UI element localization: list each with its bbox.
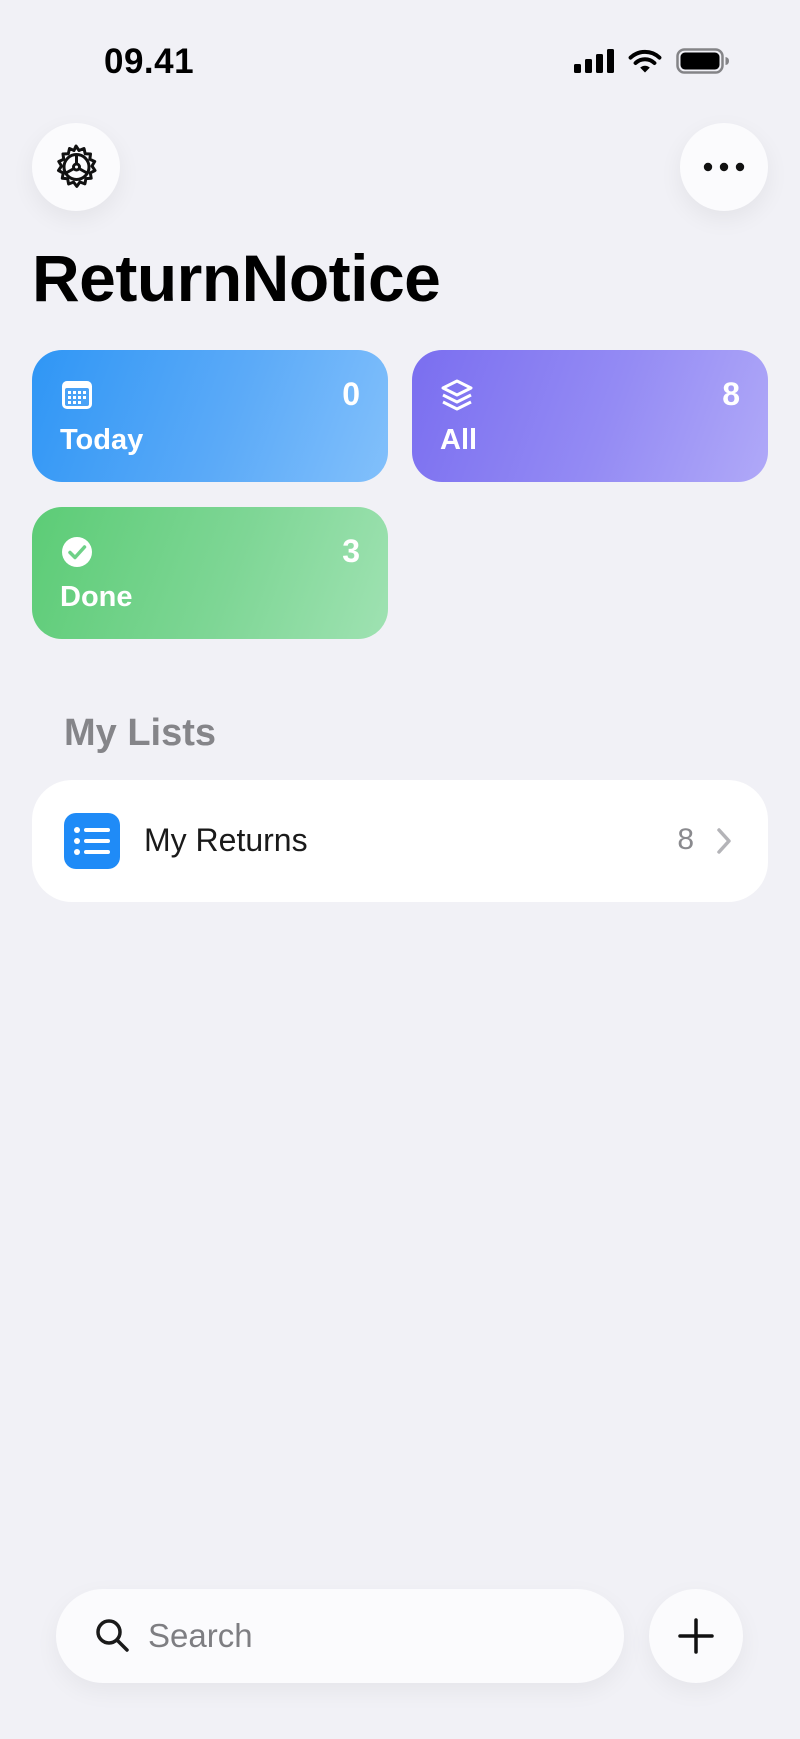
done-count: 3 [342,533,360,569]
search-bar[interactable] [56,1589,624,1683]
stack-icon [441,379,473,411]
gear-icon [57,144,97,188]
settings-button[interactable] [32,123,120,211]
status-time: 09.41 [104,42,195,81]
search-icon [96,1619,129,1652]
list-name: My Returns [144,822,308,858]
smart-list-done[interactable]: 3 Done [32,507,388,639]
more-button[interactable] [680,123,768,211]
page-title: ReturnNotice [32,241,441,315]
status-icons [574,48,730,74]
list-bullet-icon [64,813,120,869]
ellipsis-icon [703,162,745,172]
plus-icon [678,1618,714,1654]
today-count: 0 [342,376,360,412]
chevron-right-icon [717,828,731,854]
smart-list-today[interactable]: 0 Today [32,350,388,482]
status-bar: 09.41 [0,0,800,110]
cellular-signal-icon [574,49,614,73]
today-label: Today [60,424,144,456]
list-item-my-returns[interactable]: My Returns 8 [32,780,768,902]
my-lists-header: My Lists [64,712,217,754]
done-label: Done [60,581,133,613]
all-label: All [440,424,478,456]
all-count: 8 [722,376,740,412]
search-input[interactable] [148,1609,588,1663]
calendar-icon [62,381,92,409]
checkmark-circle-icon [62,537,92,567]
wifi-icon [628,49,662,73]
list-count: 8 [677,823,694,856]
battery-icon [676,48,729,74]
add-button[interactable] [649,1589,743,1683]
smart-list-all[interactable]: 8 All [412,350,768,482]
